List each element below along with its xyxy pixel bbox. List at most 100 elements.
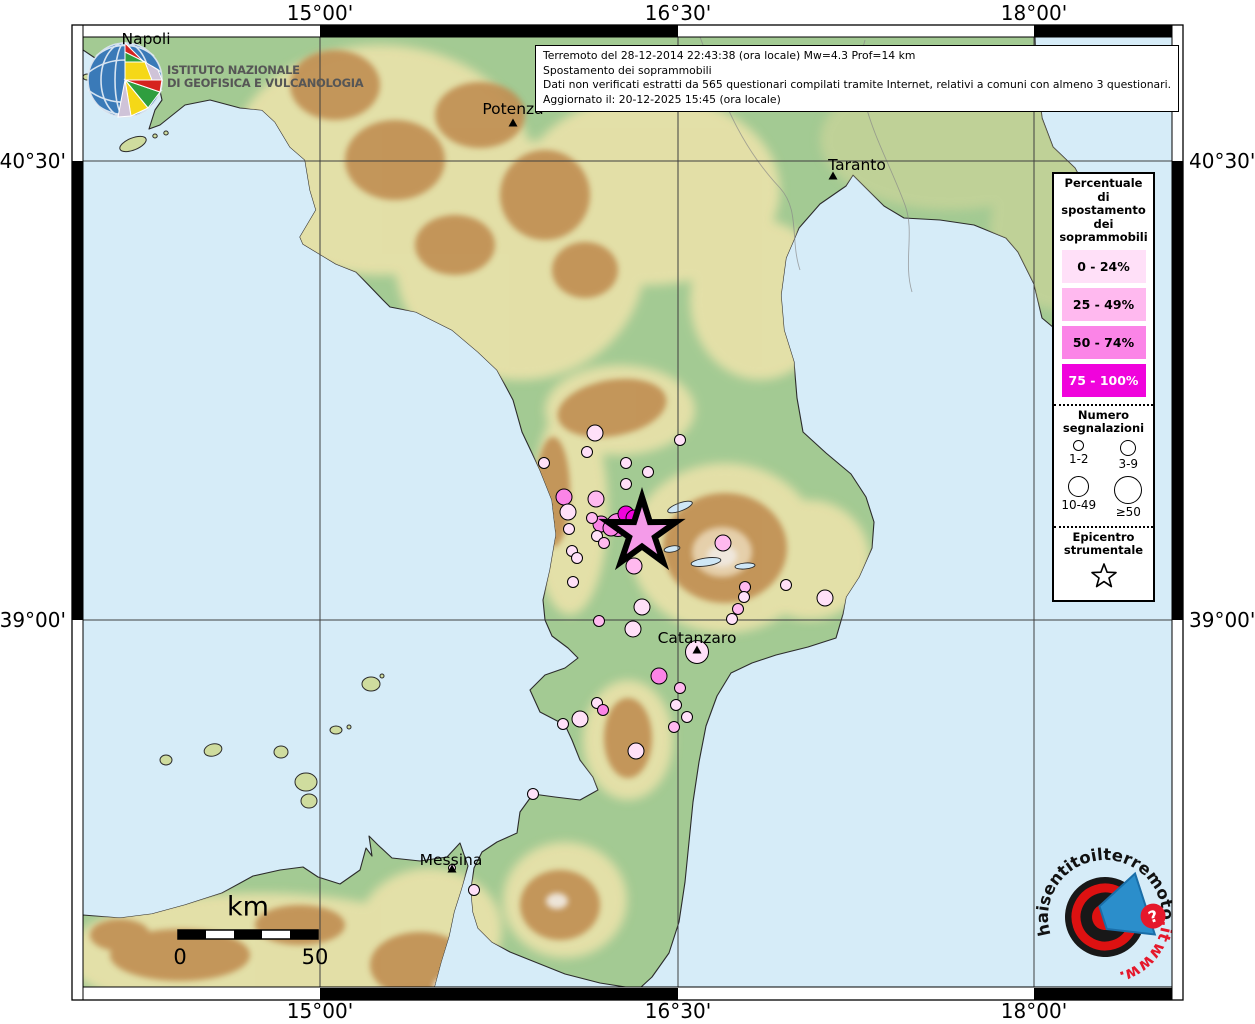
legend-epicenter-title: Epicentrostrumentale xyxy=(1054,531,1153,558)
felt-report-circle xyxy=(739,592,750,603)
felt-report-circle xyxy=(643,467,654,478)
felt-report-circle xyxy=(740,582,751,593)
felt-report-circle xyxy=(528,789,539,800)
felt-report-circle xyxy=(671,700,682,711)
felt-report-circle xyxy=(634,599,650,615)
felt-report-circle xyxy=(588,491,604,507)
felt-report-circle xyxy=(572,553,583,564)
axis-tick-label: 40°30' xyxy=(1189,149,1255,173)
felt-report-circle xyxy=(675,683,686,694)
legend-pct-class: 50 - 74% xyxy=(1062,326,1146,359)
axis-tick-label: 15°00' xyxy=(287,999,353,1023)
axis-tick-label: 18°00' xyxy=(1001,999,1067,1023)
legend-title-line: di xyxy=(1054,191,1153,205)
legend-count-class: 1-2 xyxy=(1054,436,1104,471)
felt-report-circle xyxy=(626,558,642,574)
legend-epicenter-star-wrap xyxy=(1054,562,1153,594)
felt-report-circle xyxy=(621,458,632,469)
legend-count-title: Numerosegnalazioni xyxy=(1054,409,1153,436)
felt-report-circle xyxy=(556,489,572,505)
felt-report-circle xyxy=(594,616,605,627)
felt-report-circle xyxy=(587,513,598,524)
felt-report-circle xyxy=(651,668,667,684)
axis-tick-label: 40°30' xyxy=(0,149,66,173)
felt-report-circle xyxy=(733,604,744,615)
legend-count-class: ≥50 xyxy=(1104,472,1154,519)
count-circle-icon xyxy=(1120,440,1136,456)
axis-tick-label: 16°30' xyxy=(645,1,711,25)
felt-report-circle xyxy=(582,447,593,458)
legend-epicenter-title-line: Epicentro xyxy=(1054,531,1153,545)
felt-report-circle xyxy=(564,524,575,535)
felt-report-circle xyxy=(560,504,576,520)
legend-pct-class: 25 - 49% xyxy=(1062,288,1146,321)
scale-bar xyxy=(178,930,318,939)
felt-report-circle xyxy=(675,435,686,446)
legend-count-title-line: Numero xyxy=(1054,409,1153,423)
city-label-messina: Messina xyxy=(420,851,483,869)
felt-report-circle xyxy=(572,711,588,727)
scalebar-start: 0 xyxy=(173,945,186,969)
event-info-box: Terremoto del 28-12-2014 22:43:38 (ora l… xyxy=(535,45,1179,112)
legend-title-line: spostamento xyxy=(1054,204,1153,218)
felt-report-circle xyxy=(598,705,609,716)
legend-divider2 xyxy=(1054,526,1153,528)
felt-report-map-page: haisentitoilterremoto.it www. ? xyxy=(0,0,1255,1024)
legend-epicenter-title-line: strumentale xyxy=(1054,544,1153,558)
legend-pct-class: 0 - 24% xyxy=(1062,250,1146,283)
city-label-napoli: Napoli xyxy=(121,30,170,48)
felt-report-circle xyxy=(682,712,693,723)
legend-count-class: 3-9 xyxy=(1104,436,1154,471)
count-class-label: 1-2 xyxy=(1069,452,1089,466)
felt-report-circle xyxy=(715,535,731,551)
felt-report-circle xyxy=(727,614,738,625)
legend-count-class: 10-49 xyxy=(1054,472,1104,519)
legend-count-title-line: segnalazioni xyxy=(1054,422,1153,436)
legend-divider xyxy=(1054,404,1153,406)
legend-title: Percentualedispostamentodeisoprammobili xyxy=(1054,177,1153,245)
felt-report-circle xyxy=(539,458,550,469)
felt-report-circle xyxy=(587,425,603,441)
legend-swatches: 0 - 24% 25 - 49% 50 - 74% 75 - 100% xyxy=(1054,250,1153,397)
legend-count-classes: 1-2 3-9 10-49 ≥50 xyxy=(1054,436,1153,519)
felt-report-circle xyxy=(625,621,641,637)
felt-report-circle xyxy=(599,538,610,549)
felt-report-circle xyxy=(558,719,569,730)
felt-report-circle xyxy=(628,743,644,759)
legend-title-line: Percentuale xyxy=(1054,177,1153,191)
count-class-label: 10-49 xyxy=(1061,498,1096,512)
map-interior: haisentitoilterremoto.it www. ? xyxy=(65,37,1196,1017)
axis-tick-label: 15°00' xyxy=(287,1,353,25)
count-class-label: 3-9 xyxy=(1118,457,1138,471)
axis-tick-label: 39°00' xyxy=(0,608,66,632)
felt-report-circle xyxy=(781,580,792,591)
legend-pct-class: 75 - 100% xyxy=(1062,364,1146,397)
event-effect: Spostamento dei soprammobili xyxy=(543,64,1171,79)
felt-report-circle xyxy=(669,722,680,733)
axis-tick-label: 18°00' xyxy=(1001,1,1067,25)
scalebar-unit: km xyxy=(227,892,269,923)
count-circle-icon xyxy=(1068,476,1089,497)
legend-title-line: dei xyxy=(1054,218,1153,232)
epicenter-star-icon xyxy=(1089,562,1119,590)
ingv-logo-globe xyxy=(88,43,162,117)
felt-report-circle xyxy=(568,577,579,588)
legend-panel: Percentualedispostamentodeisoprammobili … xyxy=(1052,172,1155,602)
axis-tick-label: 39°00' xyxy=(1189,608,1255,632)
scalebar-end: 50 xyxy=(302,945,329,969)
event-title: Terremoto del 28-12-2014 22:43:38 (ora l… xyxy=(543,49,1171,64)
ingv-wordmark: ISTITUTO NAZIONALE DI GEOFISICA E VULCAN… xyxy=(167,64,363,90)
ingv-line2: DI GEOFISICA E VULCANOLOGIA xyxy=(167,77,363,90)
event-updated: Aggiornato il: 20-12-2025 15:45 (ora loc… xyxy=(543,93,1171,108)
felt-report-circle xyxy=(621,479,632,490)
legend-title-line: soprammobili xyxy=(1054,231,1153,245)
felt-report-circle xyxy=(817,590,833,606)
city-label-taranto: Taranto xyxy=(828,156,886,174)
event-source: Dati non verificati estratti da 565 ques… xyxy=(543,78,1171,93)
axis-tick-label: 16°30' xyxy=(645,999,711,1023)
count-circle-icon xyxy=(1114,476,1142,504)
count-circle-icon xyxy=(1073,440,1084,451)
felt-report-circle xyxy=(469,885,480,896)
count-class-label: ≥50 xyxy=(1116,505,1141,519)
city-label-catanzaro: Catanzaro xyxy=(658,629,737,647)
